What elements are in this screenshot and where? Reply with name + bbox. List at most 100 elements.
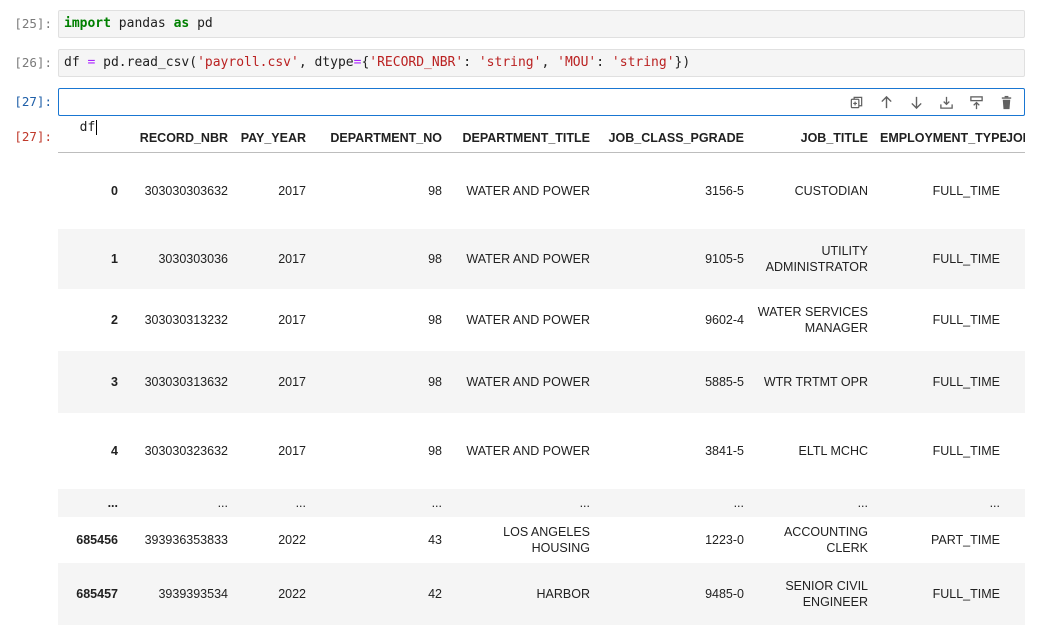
code-token: pd.read_csv( (95, 55, 198, 70)
table-cell: ... (295, 495, 306, 510)
duplicate-icon[interactable] (846, 93, 866, 111)
table-row: 685456 393936353833 2022 43 LOS ANGELES HOUS… (58, 516, 1025, 563)
table-cell: 9485-0 (705, 586, 744, 601)
table-cell: 9105-5 (705, 251, 744, 266)
row-index: 685456 (76, 532, 118, 547)
table-row: 4 303030323632 2017 98 WATER AND POWER 3841-5… (58, 412, 1025, 489)
table-row: 3 303030313632 2017 98 WATER AND POWER 5885-5… (58, 350, 1025, 413)
header-index (58, 124, 124, 153)
code-token: , (541, 55, 558, 70)
cell-prompt-active: [27]: (14, 94, 52, 109)
table-cell: 3156-5 (705, 183, 744, 198)
delete-icon[interactable] (996, 93, 1016, 111)
table-cell: 3939393534 (158, 586, 228, 601)
table-cell: PART_TIME (931, 532, 1000, 547)
table-cell: 2017 (278, 374, 306, 389)
table-cell: 2017 (278, 251, 306, 266)
code-token: import (64, 16, 111, 31)
code-token: as (173, 16, 190, 31)
table-cell (1006, 413, 1025, 489)
table-cell: ... (733, 495, 744, 510)
cell-prompt: [26]: (14, 55, 52, 70)
table-cell: 3030303036 (158, 251, 228, 266)
table-cell: 9602-4 (705, 312, 744, 327)
code-cell-import[interactable]: import pandas as pd (58, 10, 1025, 38)
insert-below-icon[interactable] (936, 93, 956, 111)
table-cell: ELTL MCHC (798, 443, 868, 458)
code-token: 'payroll.csv' (197, 55, 299, 70)
row-index: 0 (111, 183, 118, 198)
table-cell: FULL_TIME (932, 374, 1000, 389)
table-cell: FULL_TIME (932, 586, 1000, 601)
table-cell: 98 (428, 374, 442, 389)
row-index: 1 (111, 251, 118, 266)
table-cell: LOS ANGELES HOUSING (503, 524, 590, 555)
table-cell: WATER SERVICES MANAGER (757, 304, 868, 335)
table-cell: 3841-5 (705, 443, 744, 458)
row-index: 3 (111, 374, 118, 389)
output-prompt: [27]: (14, 129, 52, 144)
table-row: ........................ (58, 488, 1025, 517)
table-cell (1006, 153, 1025, 229)
table-cell: ... (431, 495, 442, 510)
table-cell: WATER AND POWER (466, 374, 590, 389)
row-index: 2 (111, 312, 118, 327)
table-cell: HARBOR (536, 586, 590, 601)
table-cell: WATER AND POWER (466, 183, 590, 198)
code-token: }) (674, 55, 691, 70)
table-cell: 303030313632 (144, 374, 228, 389)
table-cell: 303030313232 (144, 312, 228, 327)
table-cell: SENIOR CIVIL ENGINEER (785, 578, 868, 609)
table-cell: 5885-5 (705, 374, 744, 389)
table-row: 2 303030313232 2017 98 WATER AND POWER 9602-4… (58, 288, 1025, 351)
table-cell: 98 (428, 183, 442, 198)
table-cell: 2017 (278, 312, 306, 327)
table-cell (1006, 489, 1025, 517)
table-cell: 2017 (278, 443, 306, 458)
code-token: : (596, 55, 612, 70)
row-index: 685457 (76, 586, 118, 601)
move-up-icon[interactable] (876, 93, 896, 111)
table-row: 685457 3939393534 2022 42 HARBOR 9485-0 SENIOR… (58, 562, 1025, 625)
header-pay-year: PAY_YEAR (234, 124, 312, 153)
table-cell: 303030303632 (144, 183, 228, 198)
header-employment-type: EMPLOYMENT_TYPE (874, 124, 1006, 153)
table-cell: 42 (428, 586, 442, 601)
table-cell: WATER AND POWER (466, 443, 590, 458)
code-token: df (64, 55, 88, 70)
table-cell: 98 (428, 312, 442, 327)
table-cell: FULL_TIME (932, 251, 1000, 266)
table-cell: 98 (428, 443, 442, 458)
table-cell: WTR TRTMT OPR (763, 374, 868, 389)
table-cell (1006, 351, 1025, 413)
code-token: pandas (110, 16, 174, 31)
table-cell: UTILITY ADMINISTRATOR (765, 243, 868, 274)
table-cell: ... (217, 495, 228, 510)
header-record-nbr: RECORD_NBR (124, 124, 234, 153)
header-department-no: DEPARTMENT_NO (312, 124, 448, 153)
table-cell: 43 (428, 532, 442, 547)
table-row: 1 3030303036 2017 98 WATER AND POWER 9105-5 UT… (58, 228, 1025, 289)
insert-above-icon[interactable] (966, 93, 986, 111)
cell-toolbar (846, 93, 1016, 111)
code-cell-read-csv[interactable]: df = pd.read_csv('payroll.csv', dtype={'… (58, 49, 1025, 77)
row-index: ... (107, 495, 118, 510)
move-down-icon[interactable] (906, 93, 926, 111)
table-cell: 303030323632 (144, 443, 228, 458)
table-cell: 2017 (278, 183, 306, 198)
table-cell: FULL_TIME (932, 183, 1000, 198)
table-cell: 2022 (278, 532, 306, 547)
table-cell: 98 (428, 251, 442, 266)
table-cell: 1223-0 (705, 532, 744, 547)
table-header-row: RECORD_NBR PAY_YEAR DEPARTMENT_NO DEPART… (58, 124, 1025, 153)
code-token: : (463, 55, 479, 70)
code-cell-active[interactable]: df (58, 88, 1025, 135)
header-job-title: JOB_TITLE (750, 124, 874, 153)
table-row: 0 303030303632 2017 98 WATER AND POWER 3156-5… (58, 152, 1025, 229)
table-cell: 2022 (278, 586, 306, 601)
table-cell: WATER AND POWER (466, 312, 590, 327)
header-job-truncated: JOB (1006, 124, 1025, 153)
header-job-class-pgrade: JOB_CLASS_PGRADE (596, 124, 750, 153)
cell-prompt: [25]: (14, 16, 52, 31)
table-cell: ... (579, 495, 590, 510)
